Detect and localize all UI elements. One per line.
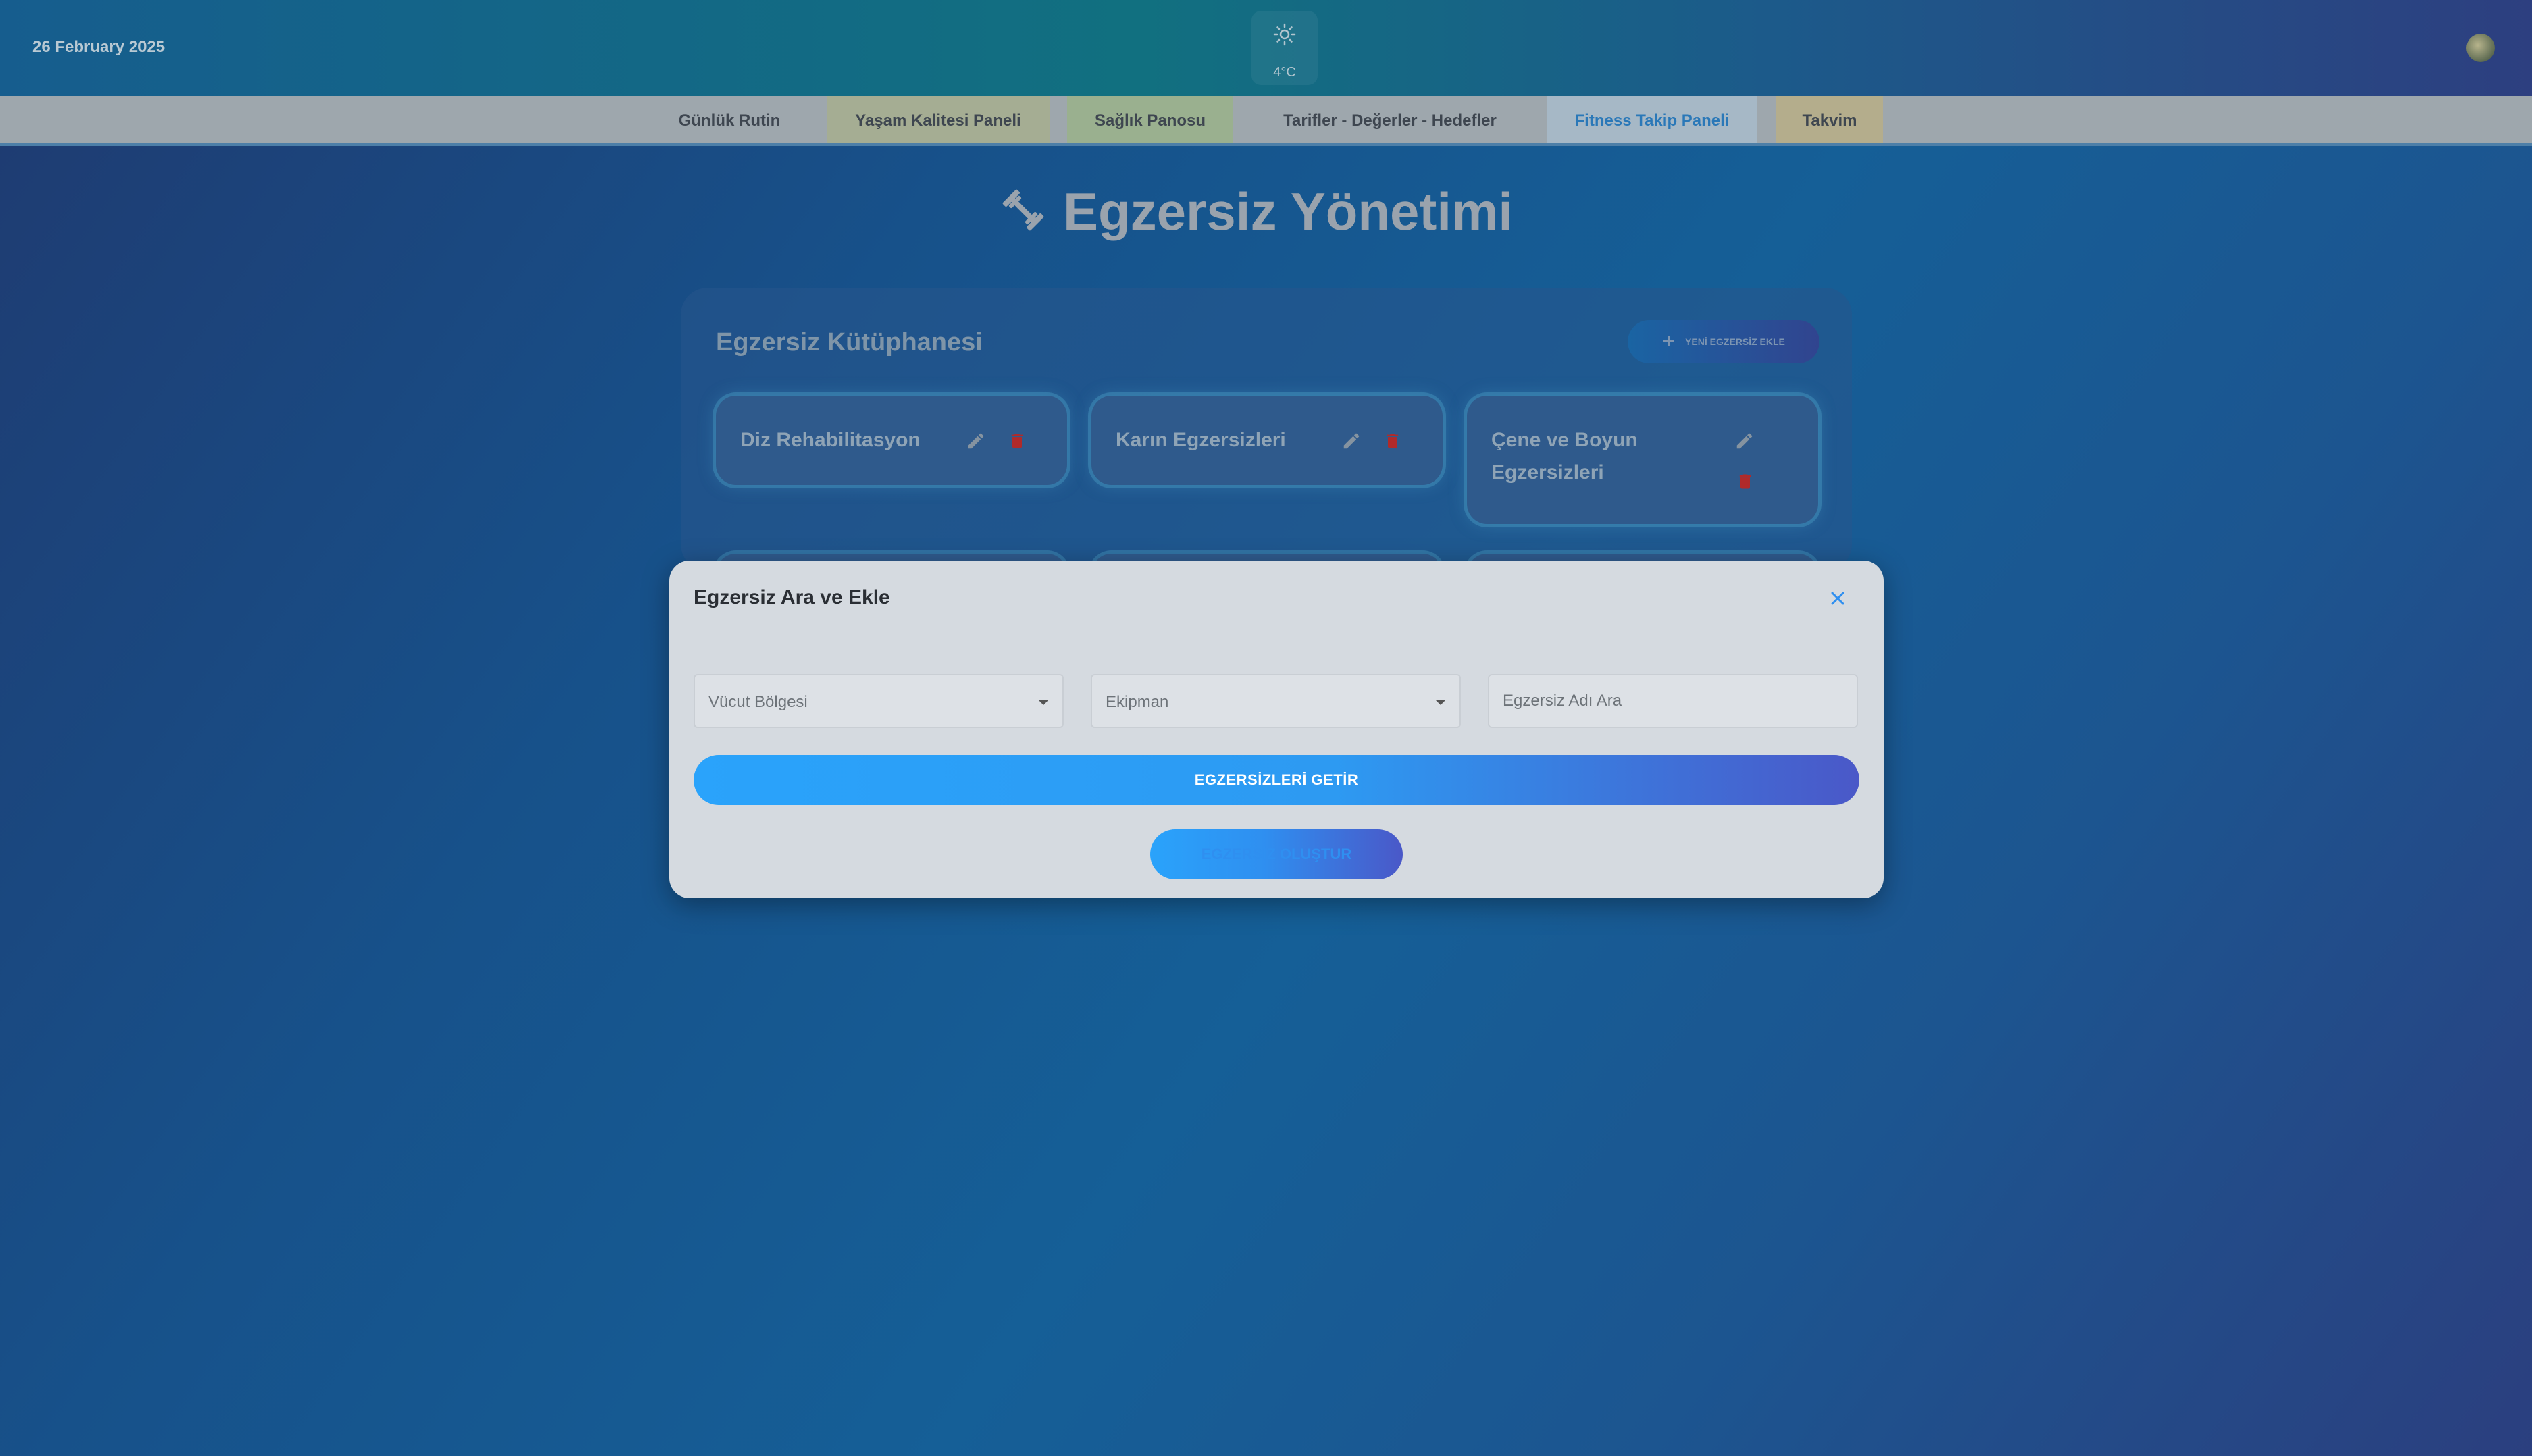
- exercise-card[interactable]: Diz Rehabilitasyon: [716, 396, 1067, 485]
- fetch-exercises-button[interactable]: EGZERSİZLERİ GETİR: [694, 755, 1859, 805]
- exercise-card[interactable]: Karın Egzersizleri: [1091, 396, 1443, 485]
- plus-icon: [1662, 334, 1676, 350]
- tab-yasam-kalitesi[interactable]: Yaşam Kalitesi Paneli: [827, 96, 1050, 143]
- avatar[interactable]: [2466, 34, 2495, 62]
- search-add-modal: Egzersiz Ara ve Ekle Vücut Bölgesi Ekipm…: [669, 561, 1884, 898]
- weather-widget[interactable]: 4°C: [1251, 11, 1318, 85]
- edit-icon[interactable]: [1341, 431, 1362, 454]
- tab-saglik-panosu[interactable]: Sağlık Panosu: [1067, 96, 1233, 143]
- equipment-select[interactable]: Ekipman: [1091, 674, 1461, 728]
- page-title: Egzersiz Yönetimi: [1000, 181, 1513, 242]
- create-exercise-button[interactable]: EGZERSİZ OLUŞTUR: [1150, 829, 1403, 879]
- body-region-select[interactable]: Vücut Bölgesi: [694, 674, 1064, 728]
- exercise-card-name-line: Egzersizleri: [1491, 461, 1604, 484]
- delete-icon[interactable]: [1008, 431, 1027, 454]
- exercise-search-input[interactable]: [1489, 675, 1857, 727]
- body-region-select-label: Vücut Bölgesi: [708, 693, 808, 711]
- tab-fitness-takip[interactable]: Fitness Takip Paneli: [1547, 96, 1757, 143]
- edit-icon[interactable]: [1734, 431, 1755, 454]
- temperature: 4°C: [1273, 65, 1296, 80]
- exercise-search-field: [1488, 674, 1858, 728]
- close-icon[interactable]: [1824, 585, 1851, 612]
- delete-icon[interactable]: [1383, 431, 1402, 454]
- exercise-library: Egzersiz Kütüphanesi YENİ EGZERSİZ EKLE …: [681, 288, 1852, 574]
- edit-icon[interactable]: [966, 431, 986, 454]
- tab-tarifler[interactable]: Tarifler - Değerler - Hedefler: [1258, 96, 1522, 143]
- page-title-text: Egzersiz Yönetimi: [1063, 181, 1514, 241]
- exercise-card[interactable]: Çene ve Boyun Egzersizleri: [1467, 396, 1818, 524]
- dumbbell-icon: [1000, 186, 1047, 237]
- equipment-select-label: Ekipman: [1106, 693, 1169, 711]
- tab-gunluk-rutin[interactable]: Günlük Rutin: [654, 96, 805, 143]
- exercise-card-name: Karın Egzersizleri: [1116, 429, 1286, 451]
- library-title: Egzersiz Kütüphanesi: [716, 328, 983, 357]
- top-bar: 26 February 2025 4°C: [0, 0, 2532, 96]
- sun-icon: [1273, 23, 1296, 49]
- modal-title: Egzersiz Ara ve Ekle: [694, 586, 890, 608]
- caret-down-icon: [1435, 700, 1446, 705]
- exercise-card-name-line: Çene ve Boyun: [1491, 429, 1638, 451]
- add-exercise-button[interactable]: YENİ EGZERSİZ EKLE: [1628, 320, 1819, 363]
- delete-icon[interactable]: [1736, 471, 1755, 495]
- exercise-card-name: Çene ve Boyun Egzersizleri: [1491, 424, 1638, 489]
- current-date: 26 February 2025: [32, 38, 165, 56]
- caret-down-icon: [1038, 700, 1049, 705]
- tab-takvim[interactable]: Takvim: [1776, 96, 1883, 143]
- exercise-card-name: Diz Rehabilitasyon: [740, 429, 921, 451]
- main-nav: Günlük Rutin Yaşam Kalitesi Paneli Sağlı…: [0, 96, 2532, 146]
- add-exercise-label: YENİ EGZERSİZ EKLE: [1685, 336, 1785, 347]
